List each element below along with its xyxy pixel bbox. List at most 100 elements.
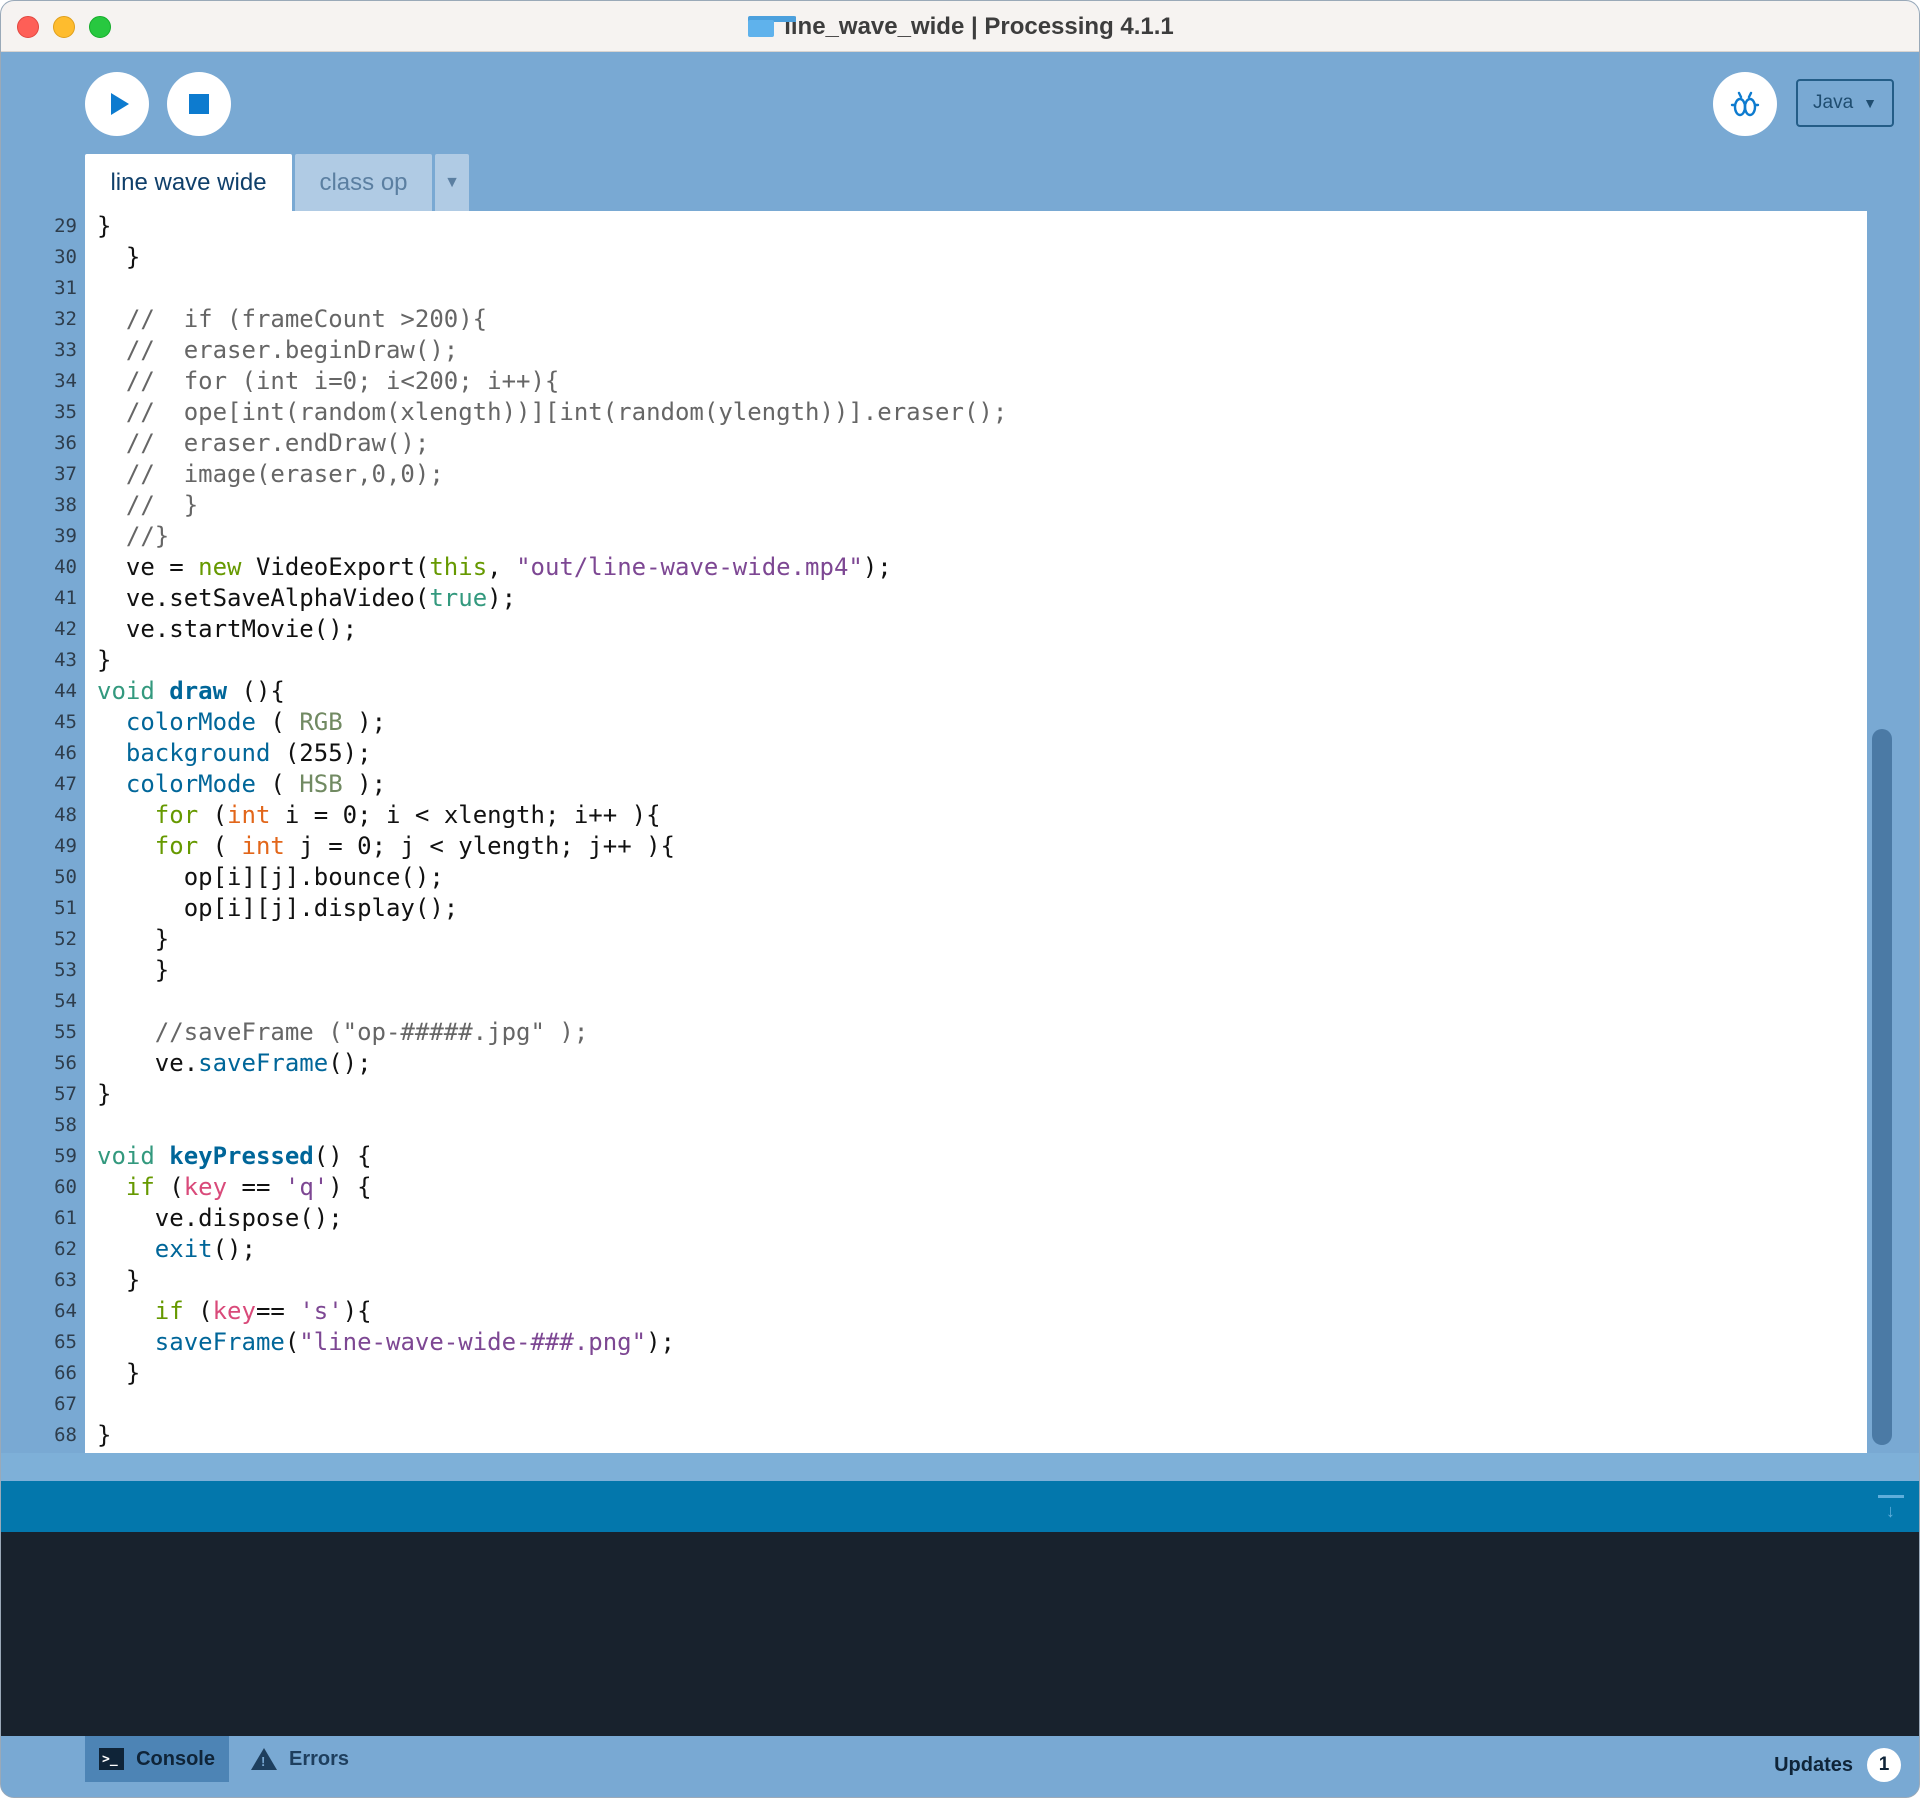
code-token: int bbox=[241, 832, 285, 860]
code-line[interactable]: if (key == 'q') { bbox=[85, 1172, 1867, 1203]
code-line[interactable]: // eraser.beginDraw(); bbox=[85, 335, 1867, 366]
window-title: line_wave_wide | Processing 4.1.1 bbox=[784, 12, 1174, 40]
code-line[interactable]: //saveFrame ("op-#####.jpg" ); bbox=[85, 1017, 1867, 1048]
editor-scrollbar-thumb[interactable] bbox=[1872, 729, 1892, 1445]
code-line[interactable]: } bbox=[85, 955, 1867, 986]
code-line[interactable]: } bbox=[85, 1079, 1867, 1110]
debugger-icon bbox=[1730, 91, 1760, 117]
line-number: 58 bbox=[54, 1114, 77, 1136]
code-token: j = 0; j < ylength; j++ ){ bbox=[284, 832, 676, 860]
code-line[interactable] bbox=[85, 1110, 1867, 1141]
line-number: 51 bbox=[54, 897, 77, 919]
code-line[interactable]: for (int i = 0; i < xlength; i++ ){ bbox=[85, 800, 1867, 831]
code-line[interactable]: // ope[int(random(xlength))][int(random(… bbox=[85, 397, 1867, 428]
updates-indicator[interactable]: Updates 1 bbox=[1774, 1748, 1901, 1782]
line-number: 36 bbox=[54, 432, 77, 454]
code-line[interactable]: void draw (){ bbox=[85, 676, 1867, 707]
code-line[interactable]: //} bbox=[85, 521, 1867, 552]
line-number: 45 bbox=[54, 711, 77, 733]
code-line[interactable]: } bbox=[85, 211, 1867, 242]
tab-class-op[interactable]: class op bbox=[295, 154, 432, 211]
code-token: VideoExport( bbox=[241, 553, 430, 581]
code-line[interactable]: } bbox=[85, 1358, 1867, 1389]
code-token: //saveFrame ("op-#####.jpg" ); bbox=[97, 1018, 589, 1046]
code-line[interactable]: // eraser.endDraw(); bbox=[85, 428, 1867, 459]
code-token: key bbox=[183, 1173, 228, 1201]
code-token: void bbox=[97, 677, 155, 705]
collapse-console-icon[interactable]: ↓ bbox=[1878, 1495, 1904, 1520]
console-output[interactable] bbox=[1, 1532, 1919, 1736]
code-line[interactable]: ve.dispose(); bbox=[85, 1203, 1867, 1234]
code-line[interactable]: op[i][j].bounce(); bbox=[85, 862, 1867, 893]
code-token: // eraser.endDraw(); bbox=[97, 429, 430, 457]
code-line[interactable]: colorMode ( RGB ); bbox=[85, 707, 1867, 738]
line-number: 33 bbox=[54, 339, 77, 361]
code-token: ( bbox=[255, 770, 300, 798]
code-line[interactable]: void keyPressed() { bbox=[85, 1141, 1867, 1172]
tab-menu-arrow-icon[interactable]: ▼ bbox=[435, 154, 469, 211]
code-line[interactable]: // } bbox=[85, 490, 1867, 521]
code-token: 'q' bbox=[284, 1173, 329, 1201]
code-token: (){ bbox=[227, 677, 285, 705]
tab-line-wave-wide[interactable]: line wave wide bbox=[85, 154, 292, 211]
stop-button[interactable] bbox=[167, 72, 231, 136]
run-button[interactable] bbox=[85, 72, 149, 136]
line-number: 35 bbox=[54, 401, 77, 423]
code-token: ve = bbox=[97, 553, 199, 581]
code-line[interactable] bbox=[85, 986, 1867, 1017]
code-token: ); bbox=[342, 708, 387, 736]
code-line[interactable]: } bbox=[85, 924, 1867, 955]
play-icon bbox=[110, 93, 129, 115]
code-line[interactable]: // if (frameCount >200){ bbox=[85, 304, 1867, 335]
errors-tab[interactable]: ! Errors bbox=[237, 1736, 363, 1782]
code-token: ve. bbox=[97, 1049, 199, 1077]
code-line[interactable]: background (255); bbox=[85, 738, 1867, 769]
line-number: 64 bbox=[54, 1300, 77, 1322]
code-token: saveFrame bbox=[154, 1328, 285, 1356]
code-line[interactable]: for ( int j = 0; j < ylength; j++ ){ bbox=[85, 831, 1867, 862]
code-line[interactable]: op[i][j].display(); bbox=[85, 893, 1867, 924]
code-token: ); bbox=[646, 1328, 675, 1356]
code-line[interactable]: ve.startMovie(); bbox=[85, 614, 1867, 645]
errors-tab-label: Errors bbox=[289, 1747, 350, 1770]
code-line[interactable]: colorMode ( HSB ); bbox=[85, 769, 1867, 800]
code-line[interactable]: if (key== 's'){ bbox=[85, 1296, 1867, 1327]
code-line[interactable]: } bbox=[85, 1265, 1867, 1296]
code-line[interactable] bbox=[85, 273, 1867, 304]
console-header: ↓ bbox=[1, 1481, 1919, 1532]
code-token: colorMode bbox=[125, 770, 256, 798]
code-token: // eraser.beginDraw(); bbox=[97, 336, 459, 364]
code-line[interactable]: ve = new VideoExport(this, "out/line-wav… bbox=[85, 552, 1867, 583]
code-line[interactable]: } bbox=[85, 645, 1867, 676]
code-line[interactable]: // for (int i=0; i<200; i++){ bbox=[85, 366, 1867, 397]
code-line[interactable]: // image(eraser,0,0); bbox=[85, 459, 1867, 490]
code-line[interactable]: } bbox=[85, 242, 1867, 273]
code-line[interactable]: ve.saveFrame(); bbox=[85, 1048, 1867, 1079]
code-token: (); bbox=[328, 1049, 372, 1077]
code-line[interactable]: exit(); bbox=[85, 1234, 1867, 1265]
line-number: 31 bbox=[54, 277, 77, 299]
code-token: ); bbox=[862, 553, 892, 581]
code-token: // ope[int(random(xlength))][int(random(… bbox=[97, 398, 1008, 426]
code-token: ) { bbox=[328, 1173, 372, 1201]
code-token: // for (int i=0; i<200; i++){ bbox=[97, 367, 560, 395]
code-token: } bbox=[97, 1421, 112, 1449]
code-editor[interactable]: } } // if (frameCount >200){ // eraser.b… bbox=[85, 211, 1867, 1453]
console-tab[interactable]: >_ Console bbox=[85, 1736, 229, 1782]
code-token: i = 0; i < xlength; i++ ){ bbox=[270, 801, 661, 829]
mode-selector[interactable]: Java ▼ bbox=[1796, 79, 1894, 127]
code-line[interactable] bbox=[85, 1389, 1867, 1420]
code-token: } bbox=[97, 925, 170, 953]
code-line[interactable]: } bbox=[85, 1420, 1867, 1451]
updates-label: Updates bbox=[1774, 1753, 1853, 1776]
code-line[interactable]: saveFrame("line-wave-wide-###.png"); bbox=[85, 1327, 1867, 1358]
code-line[interactable]: ve.setSaveAlphaVideo(true); bbox=[85, 583, 1867, 614]
debugger-button[interactable] bbox=[1713, 72, 1777, 136]
code-token: for bbox=[154, 832, 199, 860]
code-token: ( bbox=[198, 832, 242, 860]
line-number: 56 bbox=[54, 1052, 77, 1074]
code-token: if bbox=[154, 1297, 184, 1325]
